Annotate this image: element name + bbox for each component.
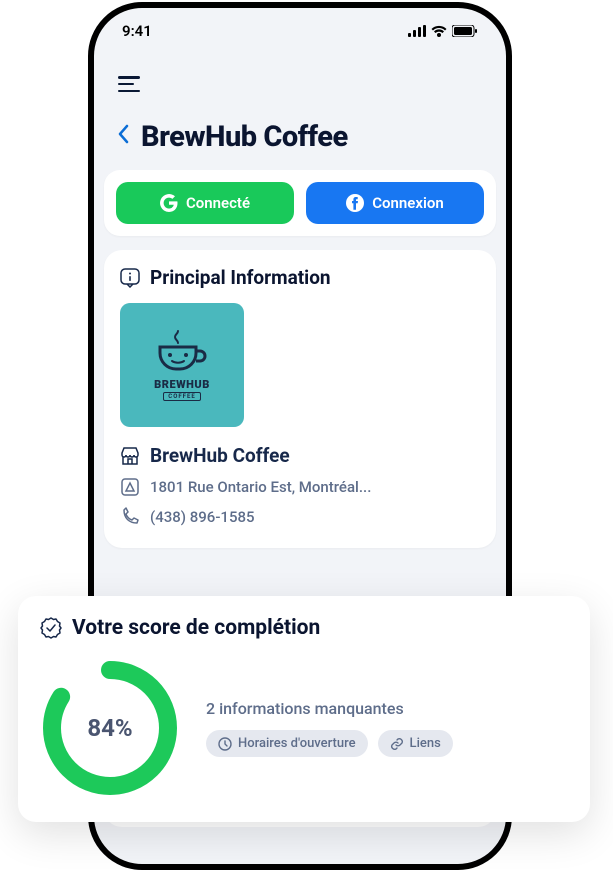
status-icons	[408, 25, 478, 37]
battery-icon	[452, 25, 478, 37]
missing-info: 2 informations manquantes Horaires d'ouv…	[206, 699, 453, 757]
business-name-row: BrewHub Coffee	[120, 439, 480, 472]
wifi-icon	[431, 25, 447, 37]
progress-ring: 84%	[40, 658, 180, 798]
address-row: 1801 Rue Ontario Est, Montréal...	[120, 472, 480, 502]
business-name: BrewHub Coffee	[150, 444, 290, 467]
phone-text: (438) 896-1585	[150, 508, 255, 526]
map-pin-icon	[120, 477, 140, 497]
missing-chips: Horaires d'ouverture Liens	[206, 730, 453, 757]
google-button-label: Connecté	[186, 194, 250, 212]
google-connect-button[interactable]: Connecté	[116, 182, 294, 224]
chip-hours-label: Horaires d'ouverture	[238, 736, 356, 751]
link-icon	[390, 737, 404, 751]
coffee-cup-icon	[154, 329, 210, 375]
google-icon	[160, 194, 178, 212]
info-icon	[120, 268, 140, 288]
page-title: BrewHub Coffee	[141, 120, 348, 154]
page-header: BrewHub Coffee	[94, 92, 506, 170]
facebook-icon	[346, 194, 364, 212]
logo-sub-text: COFFEE	[163, 392, 200, 401]
principal-info-card: Principal Information BREWHUB COFFEE Bre…	[104, 250, 496, 548]
progress-percent: 84%	[87, 714, 132, 742]
missing-count-text: 2 informations manquantes	[206, 699, 453, 718]
menu-button[interactable]	[94, 48, 506, 92]
completion-score-card: Votre score de complétion 84% 2 informat…	[18, 596, 590, 822]
address-text: 1801 Rue Ontario Est, Montréal...	[150, 478, 371, 496]
principal-info-title: Principal Information	[150, 266, 331, 289]
logo-brand-text: BREWHUB	[154, 378, 210, 391]
phone-icon	[120, 507, 140, 527]
completion-title: Votre score de complétion	[72, 616, 320, 640]
back-button[interactable]	[118, 124, 129, 150]
chevron-left-icon	[118, 124, 129, 144]
chip-links-label: Liens	[410, 736, 441, 751]
facebook-connect-button[interactable]: Connexion	[306, 182, 484, 224]
store-icon	[120, 446, 140, 466]
completion-header: Votre score de complétion	[40, 616, 568, 640]
status-bar: 9:41	[94, 8, 506, 48]
phone-row: (438) 896-1585	[120, 502, 480, 532]
signal-icon	[408, 25, 426, 37]
hamburger-icon	[118, 76, 140, 92]
chip-links[interactable]: Liens	[378, 730, 453, 757]
principal-info-header: Principal Information	[120, 266, 480, 289]
clock-icon	[218, 737, 232, 751]
badge-check-icon	[40, 617, 62, 639]
status-time: 9:41	[122, 22, 152, 40]
chip-hours[interactable]: Horaires d'ouverture	[206, 730, 368, 757]
social-buttons-row: Connecté Connexion	[104, 170, 496, 236]
facebook-button-label: Connexion	[372, 194, 443, 212]
business-logo: BREWHUB COFFEE	[120, 303, 244, 427]
